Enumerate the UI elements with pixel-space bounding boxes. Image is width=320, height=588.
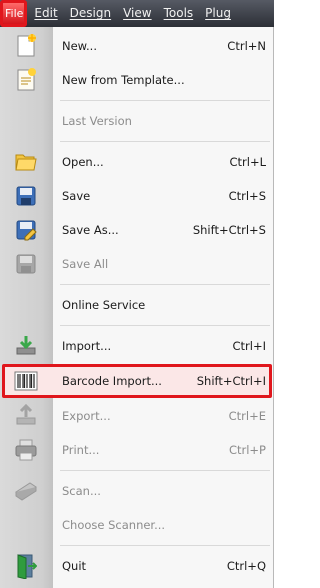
menu-item-save[interactable]: Save Ctrl+S [0,179,274,213]
new-template-icon [12,67,40,93]
open-folder-icon [12,149,40,175]
menu-plugins[interactable]: Plug [199,0,237,27]
menu-item-online-service[interactable]: Online Service [0,288,274,322]
exit-door-icon [12,553,40,579]
menu-item-label: Import... [62,339,112,353]
menu-item-label: Choose Scanner... [62,518,166,532]
menu-bar: File Edit Design View Tools Plug [0,0,274,27]
menu-item-choose-scanner[interactable]: Choose Scanner... [0,508,274,542]
menu-file[interactable]: File [2,3,27,24]
scanner-icon [12,478,40,504]
menu-item-open[interactable]: Open... Ctrl+L [0,145,274,179]
menu-item-label: Last Version [62,114,132,128]
save-disk-icon [12,183,40,209]
menu-item-label: Online Service [62,298,146,312]
barcode-icon [12,368,40,394]
menu-item-label: Open... [62,155,104,169]
menu-item-shortcut: Ctrl+P [228,443,266,457]
menu-separator [60,100,270,101]
menu-item-save-as[interactable]: Save As... Shift+Ctrl+S [0,213,274,247]
menu-item-import[interactable]: Import... Ctrl+I [0,329,274,363]
menu-edit[interactable]: Edit [28,0,63,27]
menu-item-label: Save All [62,257,109,271]
menu-separator [60,325,270,326]
menu-tools[interactable]: Tools [158,0,200,27]
menu-item-shortcut: Ctrl+S [228,189,266,203]
menu-item-save-all[interactable]: Save All [0,247,274,281]
menu-item-label: Export... [62,409,111,423]
menu-item-label: Quit [62,559,87,573]
menu-separator [60,470,270,471]
menu-item-shortcut: Ctrl+Q [226,559,266,573]
menu-item-new[interactable]: New... Ctrl+N [0,29,274,63]
menu-item-shortcut: Ctrl+L [229,155,266,169]
menu-design[interactable]: Design [64,0,117,27]
menu-item-label: Scan... [62,484,101,498]
menu-item-export[interactable]: Export... Ctrl+E [0,399,274,433]
menu-item-quit[interactable]: Quit Ctrl+Q [0,549,274,583]
save-as-icon [12,217,40,243]
menu-item-label: New... [62,39,97,53]
new-document-icon [12,33,40,59]
menu-item-last-version[interactable]: Last Version [0,104,274,138]
printer-icon [12,437,40,463]
menu-item-shortcut: Shift+Ctrl+S [192,223,266,237]
save-all-icon [12,251,40,277]
menu-item-new-from-template[interactable]: New from Template... [0,63,274,97]
menu-item-label: Save [62,189,91,203]
menu-separator [60,284,270,285]
menu-item-label: Barcode Import... [62,374,162,388]
menu-item-label: Save As... [62,223,119,237]
menu-item-label: New from Template... [62,73,185,87]
menu-item-shortcut: Ctrl+N [227,39,266,53]
menu-item-scan[interactable]: Scan... [0,474,274,508]
menu-separator [60,545,270,546]
menu-separator [60,141,270,142]
import-icon [12,333,40,359]
export-icon [12,403,40,429]
menu-item-barcode-import[interactable]: Barcode Import... Shift+Ctrl+I [0,364,274,398]
menu-item-print[interactable]: Print... Ctrl+P [0,433,274,467]
menu-item-label: Print... [62,443,100,457]
file-dropdown-menu: New... Ctrl+N New from Template... Last … [0,27,274,588]
menu-item-shortcut: Shift+Ctrl+I [196,374,266,388]
menu-item-shortcut: Ctrl+I [232,339,267,353]
menu-item-shortcut: Ctrl+E [228,409,266,423]
menu-view[interactable]: View [117,0,157,27]
